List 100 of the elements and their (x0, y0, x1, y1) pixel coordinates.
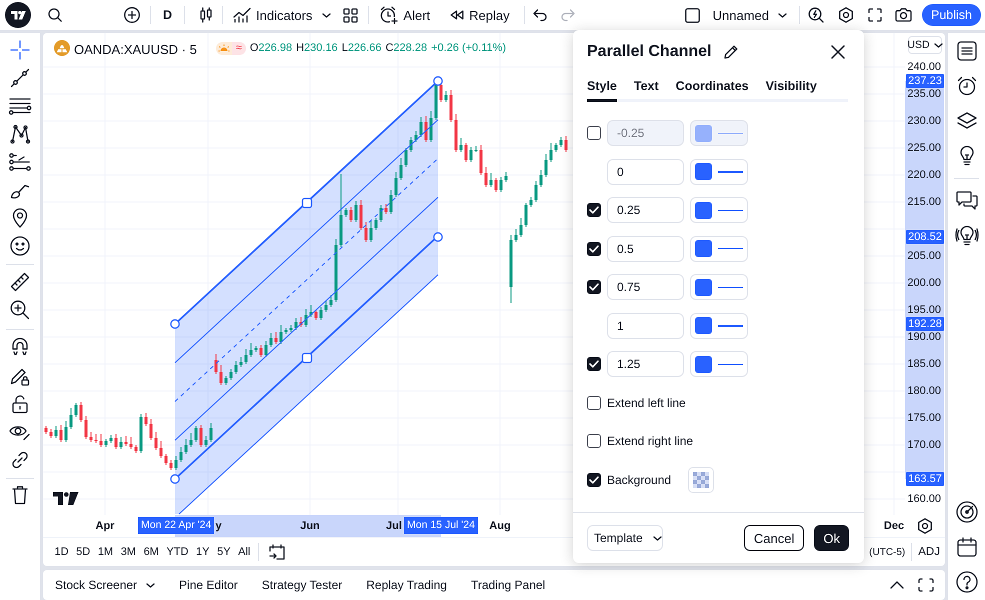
level-input[interactable]: 0 (607, 158, 684, 184)
channel-line[interactable] (174, 119, 438, 364)
line-color-button[interactable] (690, 158, 748, 184)
settings-icon[interactable] (917, 518, 933, 534)
chevron-up-icon[interactable] (890, 581, 904, 589)
template-button[interactable]: Template (587, 525, 663, 551)
crosshair-icon[interactable] (10, 40, 30, 60)
layout-name-button[interactable]: Unnamed (710, 3, 789, 27)
target-icon[interactable] (956, 500, 978, 522)
level-input[interactable]: 1 (607, 312, 684, 338)
channel-handle[interactable] (170, 474, 180, 484)
grid-icon[interactable] (343, 8, 358, 22)
publish-button[interactable]: Publish (922, 4, 981, 26)
calendar-arrow-icon[interactable] (269, 544, 286, 560)
projection-lines-icon[interactable] (9, 153, 31, 171)
line-color-button[interactable] (690, 197, 748, 223)
dialog-tab[interactable]: Coordinates (676, 79, 749, 102)
settings-icon[interactable] (838, 7, 854, 23)
replay-button[interactable]: Replay (448, 3, 512, 27)
dialog-tab[interactable]: Text (634, 79, 659, 102)
period-button[interactable]: YTD (162, 543, 192, 561)
fill-color-button[interactable] (688, 466, 714, 492)
line-color-button[interactable] (690, 351, 748, 377)
period-button[interactable]: 3M (117, 543, 140, 561)
level-input[interactable]: 1.25 (607, 351, 684, 377)
eye-icon[interactable] (9, 423, 31, 441)
close-icon[interactable] (831, 45, 845, 59)
channel-handle[interactable] (433, 232, 443, 242)
period-button[interactable]: 6M (140, 543, 162, 561)
camera-icon[interactable] (895, 8, 912, 22)
panel-tab[interactable]: Strategy Tester (262, 572, 342, 598)
chat-bubbles-icon[interactable] (956, 190, 978, 210)
level-input[interactable]: 0.25 (607, 197, 684, 223)
currency-button[interactable]: USD (908, 36, 942, 54)
alert-button[interactable]: Alert (378, 3, 432, 27)
channel-handle[interactable] (302, 198, 312, 208)
fullscreen-icon[interactable] (868, 8, 882, 22)
lightbulb-icon[interactable] (960, 146, 974, 166)
magnet-icon[interactable] (11, 338, 29, 358)
help-icon[interactable] (956, 570, 978, 592)
ok-button[interactable]: Ok (814, 525, 849, 551)
line-color-button[interactable] (690, 274, 748, 300)
calendar-icon[interactable] (956, 536, 976, 556)
channel-handle[interactable] (433, 76, 443, 86)
undo-icon[interactable] (532, 9, 547, 21)
checkbox[interactable] (587, 203, 601, 217)
checkbox[interactable] (587, 242, 601, 256)
channel-line[interactable] (178, 274, 438, 514)
quick-search-icon[interactable] (808, 7, 824, 23)
zigzag-pattern-icon[interactable] (10, 124, 30, 144)
link-icon[interactable] (10, 450, 30, 470)
alarm-clock-icon[interactable] (956, 76, 976, 96)
timezone-label[interactable]: (UTC-5) (869, 546, 906, 558)
watchlist-icon[interactable] (956, 40, 976, 60)
channel-line[interactable] (174, 158, 438, 402)
period-button[interactable]: 1D (51, 543, 72, 561)
zoom-in-icon[interactable] (10, 300, 30, 320)
lock-icon[interactable] (12, 395, 28, 413)
checkbox[interactable] (587, 357, 601, 371)
checkbox[interactable] (587, 126, 601, 140)
line-color-button[interactable] (690, 312, 748, 338)
period-button[interactable]: 1M (94, 543, 117, 561)
period-button[interactable]: 5Y (214, 543, 234, 561)
checkbox[interactable] (587, 396, 601, 410)
square-icon[interactable] (684, 8, 700, 22)
dialog-tab[interactable]: Visibility (766, 79, 817, 102)
lightbulb-waves-icon[interactable] (954, 226, 978, 246)
candlestick-icon[interactable] (200, 7, 212, 23)
level-input[interactable]: 0.75 (607, 274, 684, 300)
smiley-icon[interactable] (10, 236, 30, 256)
period-button[interactable]: 1Y (192, 543, 213, 561)
logo-icon[interactable] (5, 2, 31, 28)
trend-line-icon[interactable] (10, 68, 30, 88)
search-icon[interactable] (48, 8, 62, 22)
period-button[interactable]: All (234, 543, 254, 561)
line-color-button[interactable] (690, 236, 748, 262)
panel-tab[interactable]: Trading Panel (470, 572, 546, 598)
maximize-icon[interactable] (918, 578, 934, 592)
map-pin-icon[interactable] (12, 208, 28, 228)
channel-line[interactable] (174, 196, 438, 441)
panel-tab[interactable]: Stock Screener (55, 572, 156, 598)
horizontal-lines-icon[interactable] (9, 97, 31, 115)
chevron-down-icon[interactable] (322, 12, 332, 18)
dialog-tab[interactable]: Style (587, 79, 617, 102)
trash-icon[interactable] (12, 485, 28, 505)
line-color-button[interactable] (690, 120, 748, 146)
period-button[interactable]: 5D (72, 543, 94, 561)
channel-handle[interactable] (302, 352, 312, 364)
pencil-icon[interactable] (724, 45, 738, 59)
cancel-button[interactable]: Cancel (744, 525, 804, 551)
checkbox[interactable] (587, 280, 601, 294)
plus-circle-icon[interactable] (124, 7, 140, 23)
indicators-button[interactable]: Indicators (231, 3, 314, 27)
panel-tab[interactable]: Replay Trading (366, 572, 447, 598)
level-input[interactable]: 0.5 (607, 236, 684, 262)
adjustment-button[interactable]: ADJ (918, 546, 940, 558)
layers-icon[interactable] (956, 112, 976, 130)
ruler-icon[interactable] (10, 272, 30, 292)
checkbox[interactable] (587, 434, 601, 448)
pencil-lock-icon[interactable] (10, 366, 30, 386)
